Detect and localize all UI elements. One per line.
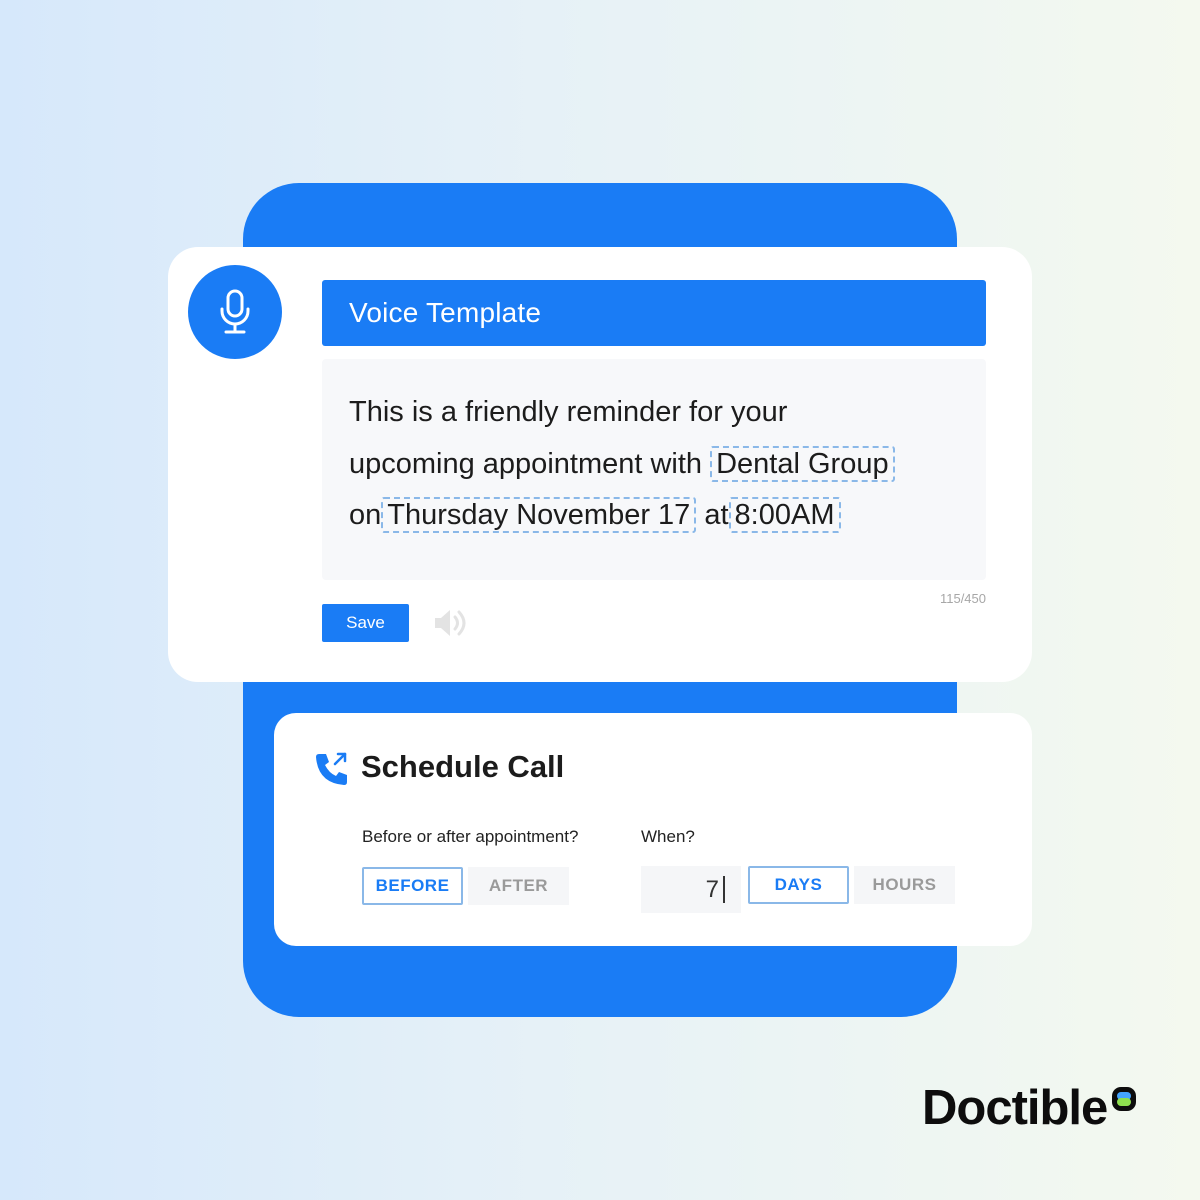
voice-template-header: Voice Template (322, 280, 986, 346)
brand-logo-icon (1112, 1087, 1136, 1111)
when-label: When? (641, 827, 695, 846)
message-line: This is a friendly reminder for your (349, 387, 986, 439)
voice-template-title: Voice Template (349, 297, 542, 328)
phone-outgoing-icon (316, 752, 347, 785)
appointment-date-token[interactable]: Thursday November 17 (381, 497, 697, 533)
message-text: at (704, 499, 729, 531)
message-text: on (349, 499, 382, 531)
before-toggle[interactable]: BEFORE (362, 867, 463, 905)
character-counter: 115/450 (939, 591, 986, 606)
message-text: upcoming appointment with (349, 447, 703, 480)
message-text: This is a friendly reminder for your (349, 396, 788, 428)
message-line: on Thursday November 17 at 8:00AM (349, 490, 986, 542)
speaker-icon[interactable] (432, 607, 468, 639)
message-textarea[interactable]: This is a friendly reminder for your upc… (322, 359, 986, 580)
schedule-call-title: Schedule Call (361, 749, 565, 784)
when-number-input[interactable]: 7 (641, 866, 741, 913)
brand-logo-text: Doctible (922, 1081, 1108, 1135)
after-toggle[interactable]: AFTER (468, 867, 569, 905)
save-button[interactable]: Save (322, 604, 409, 642)
text-cursor (723, 876, 725, 903)
microphone-glyph (220, 289, 250, 334)
microphone-icon[interactable] (188, 265, 282, 359)
practice-name-token[interactable]: Dental Group (710, 445, 895, 482)
hours-toggle[interactable]: HOURS (854, 866, 955, 904)
timing-label: Before or after appointment? (362, 827, 579, 846)
days-toggle[interactable]: DAYS (748, 866, 849, 904)
message-line: upcoming appointment with Dental Group (349, 439, 986, 491)
appointment-time-token[interactable]: 8:00AM (728, 497, 841, 533)
